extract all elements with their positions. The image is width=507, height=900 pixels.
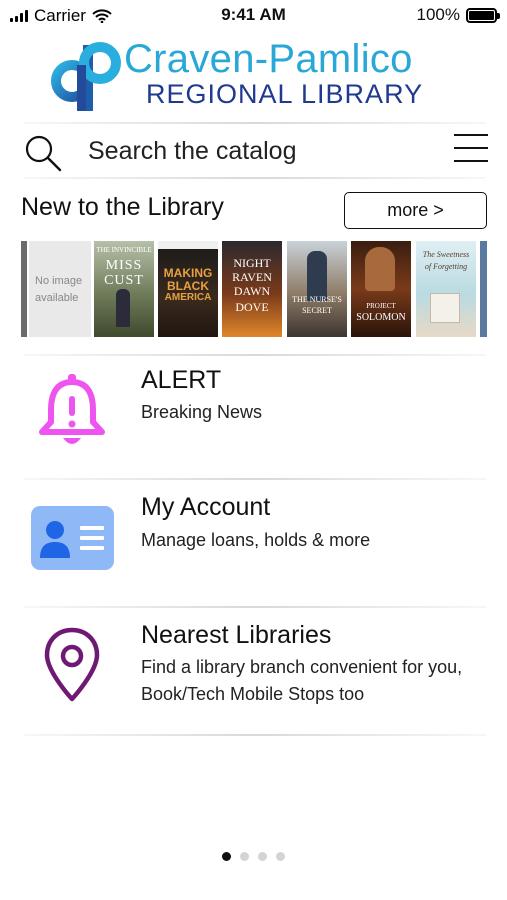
book-cover-no-image[interactable]: No image available xyxy=(29,241,91,337)
my-account-item[interactable]: My Account Manage loans, holds & more xyxy=(0,484,507,606)
nearest-libraries-subtitle-line2: Book/Tech Mobile Stops too xyxy=(141,684,365,704)
book-cover[interactable]: NIGHT RAVEN DAWN DOVE xyxy=(222,241,282,337)
page-dot[interactable] xyxy=(258,852,267,861)
hamburger-menu-icon[interactable] xyxy=(454,134,488,162)
search-bar xyxy=(0,124,507,178)
page-dot[interactable] xyxy=(276,852,285,861)
my-account-title: My Account xyxy=(141,493,271,521)
divider xyxy=(24,478,486,480)
map-pin-icon xyxy=(44,627,100,702)
divider xyxy=(24,177,486,179)
battery-icon xyxy=(466,7,500,23)
search-icon[interactable] xyxy=(24,134,62,172)
book-cover[interactable]: THE NURSE'S SECRET xyxy=(287,241,347,337)
account-card-icon xyxy=(31,506,114,570)
nearest-libraries-title: Nearest Libraries xyxy=(141,621,332,649)
new-items-title: New to the Library xyxy=(21,193,224,221)
divider xyxy=(24,606,486,608)
book-cover[interactable]: THE INVINCIBLE MISS CUST xyxy=(94,241,154,337)
alert-item[interactable]: ALERT Breaking News xyxy=(0,360,507,478)
logo-title: Craven-Pamlico xyxy=(124,37,413,81)
alert-title: ALERT xyxy=(141,366,222,394)
my-account-subtitle: Manage loans, holds & more xyxy=(141,530,371,550)
nearest-libraries-item[interactable]: Nearest Libraries Find a library branch … xyxy=(0,612,507,734)
new-items-carousel[interactable]: No image available THE INVINCIBLE MISS CU… xyxy=(21,241,487,337)
no-image-label: No image available xyxy=(35,275,83,305)
divider xyxy=(24,354,486,356)
page-dot[interactable] xyxy=(240,852,249,861)
alert-subtitle: Breaking News xyxy=(141,402,263,422)
nearest-libraries-subtitle-line1: Find a library branch convenient for you… xyxy=(141,657,463,677)
library-logo: Craven-Pamlico REGIONAL LIBRARY xyxy=(50,33,450,115)
book-cover[interactable]: PROJECT SOLOMON xyxy=(351,241,411,337)
bell-alert-icon xyxy=(39,374,105,444)
library-logo-mark-icon xyxy=(51,42,121,111)
book-cover[interactable]: MAKING BLACK AMERICA xyxy=(158,241,218,337)
more-button[interactable]: more > xyxy=(344,192,487,229)
book-cover[interactable] xyxy=(480,241,487,337)
status-bar: Carrier 9:41 AM 100% xyxy=(0,0,507,30)
divider xyxy=(24,734,486,736)
book-cover[interactable]: The Sweetness of Forgetting xyxy=(416,241,476,337)
logo-subtitle: REGIONAL LIBRARY xyxy=(146,79,424,109)
search-input[interactable] xyxy=(88,132,428,170)
page-dot[interactable] xyxy=(222,852,231,861)
book-cover[interactable] xyxy=(21,241,27,337)
status-right: 100% xyxy=(416,5,500,25)
battery-fill xyxy=(469,10,494,20)
battery-percent: 100% xyxy=(416,5,460,24)
page-indicator[interactable] xyxy=(0,852,507,861)
